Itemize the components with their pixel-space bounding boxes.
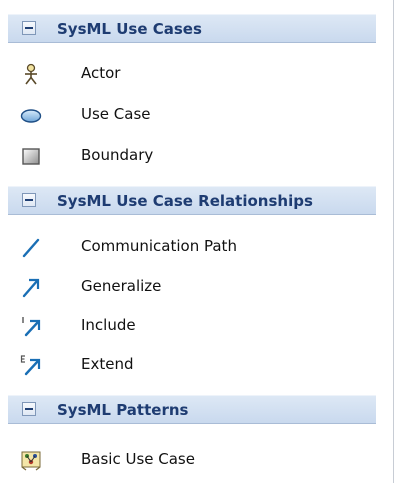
toolbox-item-boundary[interactable]: Boundary (8, 137, 376, 173)
generalize-arrow-icon (22, 278, 40, 298)
line-icon (22, 238, 40, 258)
item-label: Use Case (81, 105, 151, 123)
ellipse-icon (20, 109, 42, 123)
section-title: SysML Use Cases (57, 20, 202, 38)
item-label: Boundary (81, 146, 154, 164)
section-header-sysml-patterns[interactable]: SysML Patterns (8, 395, 376, 424)
section-header-sysml-use-case-relationships[interactable]: SysML Use Case Relationships (8, 186, 376, 215)
extend-arrow-icon (20, 355, 41, 376)
minus-box-icon[interactable] (22, 193, 36, 207)
item-label: Generalize (81, 277, 162, 295)
item-label: Extend (81, 355, 134, 373)
section-header-sysml-use-cases[interactable]: SysML Use Cases (8, 14, 376, 43)
actor-icon (25, 63, 37, 85)
item-label: Actor (81, 64, 121, 82)
item-label: Basic Use Case (81, 450, 195, 468)
item-label: Include (81, 316, 136, 334)
minus-box-icon[interactable] (22, 21, 36, 35)
toolbox-item-actor[interactable]: Actor (8, 55, 376, 91)
section-title: SysML Use Case Relationships (57, 192, 313, 210)
toolbox-item-communication-path[interactable]: Communication Path (8, 228, 376, 264)
minus-box-icon[interactable] (22, 402, 36, 416)
include-arrow-icon (22, 317, 41, 337)
item-label: Communication Path (81, 237, 237, 255)
toolbox-item-generalize[interactable]: Generalize (8, 268, 376, 304)
toolbox-item-extend[interactable]: Extend (8, 346, 376, 382)
toolbox-item-include[interactable]: Include (8, 307, 376, 343)
toolbox-panel: SysML Use Cases Actor Use Case Boundary … (0, 0, 394, 483)
pattern-icon (21, 451, 41, 471)
toolbox-item-use-case[interactable]: Use Case (8, 96, 376, 132)
toolbox-item-basic-use-case[interactable]: Basic Use Case (8, 441, 376, 477)
boundary-icon (22, 148, 40, 165)
section-title: SysML Patterns (57, 401, 189, 419)
